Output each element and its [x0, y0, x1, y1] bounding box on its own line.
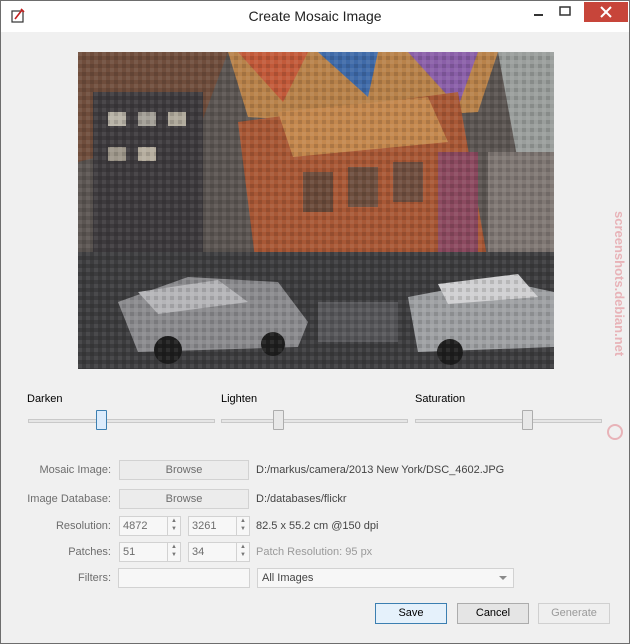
patch-resolution-info: Patch Resolution: 95 px: [256, 546, 373, 558]
filters-combo-value: All Images: [262, 572, 314, 584]
spin-arrows-icon[interactable]: ▲ ▼: [167, 543, 180, 561]
resolution-width-value: 4872: [123, 520, 148, 532]
image-database-label: Image Database:: [27, 493, 111, 505]
spin-arrows-icon[interactable]: ▲ ▼: [167, 517, 180, 535]
image-database-browse-button[interactable]: Browse: [119, 489, 249, 509]
mosaic-image-label: Mosaic Image:: [39, 464, 111, 476]
resolution-height-spinbox[interactable]: 3261 ▲ ▼: [188, 516, 250, 536]
resolution-label: Resolution:: [55, 520, 111, 532]
mosaic-image-browse-button[interactable]: Browse: [119, 460, 249, 480]
dialog-window: Create Mosaic Image Darken Lighten Satur…: [0, 0, 630, 644]
saturation-slider-track[interactable]: [415, 419, 602, 423]
generate-button[interactable]: Generate: [538, 603, 610, 624]
lighten-label: Lighten: [221, 393, 258, 405]
image-database-path: D:/databases/flickr: [256, 493, 347, 505]
filters-label: Filters:: [78, 572, 111, 584]
filters-combo[interactable]: All Images: [257, 568, 514, 588]
darken-slider-thumb[interactable]: [96, 410, 107, 430]
mosaic-preview-image: [78, 52, 554, 369]
patches-rows-value: 34: [192, 546, 205, 558]
minimize-icon[interactable]: [528, 2, 550, 22]
patches-label: Patches:: [68, 546, 111, 558]
patches-rows-spinbox[interactable]: 34 ▲ ▼: [188, 542, 250, 562]
close-icon[interactable]: [584, 2, 628, 22]
mosaic-image-path: D:/markus/camera/2013 New York/DSC_4602.…: [256, 464, 505, 476]
resolution-height-value: 3261: [192, 520, 217, 532]
spin-arrows-icon[interactable]: ▲ ▼: [236, 543, 249, 561]
resolution-info: 82.5 x 55.2 cm @150 dpi: [256, 520, 379, 532]
save-button[interactable]: Save: [375, 603, 447, 624]
debian-swirl-icon: [607, 424, 623, 440]
lighten-slider-thumb[interactable]: [273, 410, 284, 430]
filters-input[interactable]: [118, 568, 250, 588]
saturation-slider-thumb[interactable]: [522, 410, 533, 430]
patches-cols-value: 51: [123, 546, 136, 558]
lighten-slider-track[interactable]: [221, 419, 408, 423]
chevron-down-icon: [499, 576, 507, 580]
dialog-body: Darken Lighten Saturation Mosaic Image: …: [9, 32, 621, 637]
watermark-text: screenshots.debian.net: [612, 211, 627, 357]
darken-slider-track[interactable]: [28, 419, 215, 423]
darken-label: Darken: [27, 393, 63, 405]
maximize-icon[interactable]: [554, 2, 576, 22]
title-bar: Create Mosaic Image: [1, 1, 629, 32]
patches-cols-spinbox[interactable]: 51 ▲ ▼: [119, 542, 181, 562]
screenshots-watermark: screenshots.debian.net: [607, 211, 627, 440]
resolution-width-spinbox[interactable]: 4872 ▲ ▼: [119, 516, 181, 536]
cancel-button[interactable]: Cancel: [457, 603, 529, 624]
spin-arrows-icon[interactable]: ▲ ▼: [236, 517, 249, 535]
saturation-label: Saturation: [415, 393, 466, 405]
